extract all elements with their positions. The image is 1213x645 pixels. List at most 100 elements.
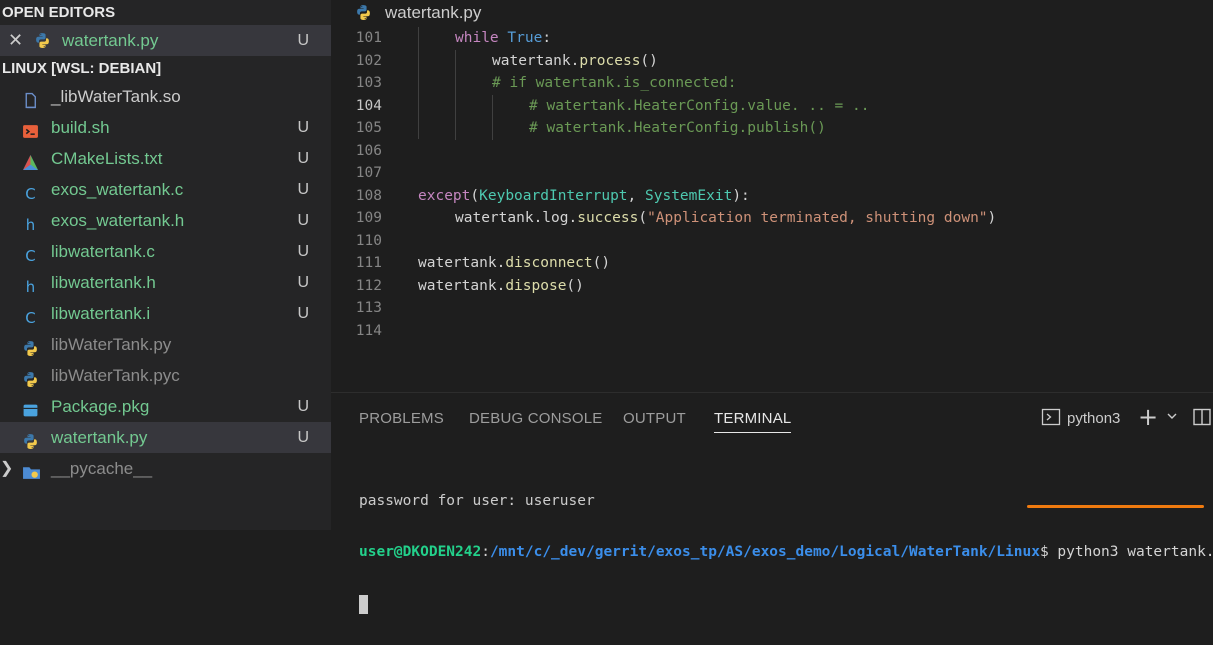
- code-token: SystemExit: [645, 187, 733, 204]
- c-icon: C: [22, 181, 39, 203]
- file-icon: [22, 88, 39, 109]
- line-number: 110: [355, 232, 382, 249]
- tab-debug-console[interactable]: DEBUG CONSOLE: [469, 410, 602, 427]
- file-item[interactable]: CMakeLists.txt U: [0, 143, 331, 174]
- code-line: 103 # if watertank.is_connected:: [331, 72, 1213, 95]
- folder-icon: [22, 460, 40, 479]
- git-status-badge: U: [297, 181, 309, 198]
- chevron-down-icon[interactable]: [1165, 409, 1179, 427]
- code-token: "Application terminated, shutting down": [647, 210, 988, 226]
- package-icon: [22, 398, 39, 417]
- file-item[interactable]: h exos_watertank.h U: [0, 205, 331, 236]
- file-item[interactable]: build.sh U: [0, 112, 331, 143]
- command-highlight-underline: [1027, 505, 1204, 508]
- code-token: ):: [732, 187, 750, 204]
- terminal-command: python3 watertank.py: [1057, 544, 1213, 560]
- code-token: # watertank.HeaterConfig.publish(): [529, 120, 826, 136]
- line-number: 113: [355, 300, 382, 316]
- file-name: exos_watertank.h: [51, 211, 185, 230]
- code-text: watertank.dispose(): [418, 275, 584, 298]
- file-name: libWaterTank.py: [51, 335, 172, 354]
- file-item[interactable]: Package.pkg U: [0, 391, 331, 422]
- code-token: watertank.: [418, 277, 506, 294]
- file-name: libwatertank.i: [51, 304, 151, 323]
- svg-text:C: C: [25, 185, 35, 202]
- file-name: Package.pkg: [51, 397, 150, 416]
- svg-text:C: C: [25, 247, 35, 264]
- open-editor-item[interactable]: ✕ watertank.py U: [0, 25, 331, 56]
- line-number: 114: [355, 322, 382, 339]
- file-item[interactable]: libWaterTank.py: [0, 329, 331, 360]
- code-token: dispose: [505, 277, 567, 294]
- file-name: libWaterTank.pyc: [51, 366, 180, 385]
- file-item[interactable]: Clibwatertank.c U: [0, 236, 331, 267]
- open-editor-name: watertank.py: [62, 31, 159, 50]
- line-number: 109: [355, 210, 382, 226]
- terminal-output[interactable]: password for user: useruser user@DKODEN2…: [359, 460, 1213, 645]
- file-item[interactable]: Cexos_watertank.c U: [0, 174, 331, 205]
- code-line: 108 except(KeyboardInterrupt, SystemExit)…: [331, 185, 1213, 208]
- code-token: # if watertank.is_connected:: [492, 75, 737, 91]
- tab-output[interactable]: OUTPUT: [623, 410, 686, 427]
- prompt-dollar: $: [1039, 544, 1049, 560]
- line-number: 101: [355, 30, 382, 46]
- code-token: (): [566, 277, 584, 294]
- git-status-badge: U: [297, 150, 309, 167]
- file-item[interactable]: libWaterTank.pyc: [0, 360, 331, 391]
- file-item[interactable]: h libwatertank.h U: [0, 267, 331, 298]
- terminal-cursor-line: [359, 594, 1213, 614]
- tab-watertank-py[interactable]: watertank.py: [331, 0, 481, 25]
- svg-text:h: h: [26, 278, 35, 295]
- code-token: process: [579, 52, 641, 69]
- c-icon: C: [22, 243, 39, 265]
- line-number: 103: [355, 75, 382, 91]
- git-status-badge: U: [297, 119, 309, 136]
- code-token: watertank.log.: [455, 210, 578, 226]
- line-number: 112: [355, 277, 382, 294]
- python-icon: [357, 5, 370, 20]
- line-number: 104: [355, 97, 382, 114]
- split-terminal-icon[interactable]: [1193, 408, 1211, 430]
- code-text: # if watertank.is_connected:: [492, 72, 736, 95]
- tab-terminal[interactable]: TERMINAL: [714, 410, 792, 433]
- terminal-name[interactable]: python3: [1067, 410, 1120, 427]
- line-number: 105: [355, 120, 382, 136]
- code-text: watertank.log.success("Application termi…: [455, 207, 996, 230]
- code-token: watertank.: [492, 52, 580, 69]
- file-name: _libWaterTank.so: [51, 87, 181, 106]
- bottom-panel: PROBLEMS DEBUG CONSOLE OUTPUT TERMINAL p…: [331, 392, 1213, 614]
- file-name: CMakeLists.txt: [51, 149, 163, 168]
- code-line: 114: [331, 320, 1213, 343]
- chevron-right-icon[interactable]: ❯: [0, 453, 13, 484]
- python-icon: [36, 33, 49, 48]
- python-icon: [22, 429, 39, 449]
- line-number: 106: [355, 142, 382, 159]
- line-number: 108: [355, 187, 382, 204]
- file-item[interactable]: Clibwatertank.i U: [0, 298, 331, 329]
- terminal-cursor: [359, 595, 368, 614]
- add-terminal-button[interactable]: +: [1138, 403, 1158, 431]
- file-item[interactable]: watertank.py U: [0, 422, 331, 453]
- code-text: while True:: [455, 27, 551, 50]
- git-status-badge: U: [297, 32, 309, 49]
- terminal-line: password for user: useruser: [359, 493, 595, 509]
- open-editors-header[interactable]: OPEN EDITORS: [0, 0, 331, 25]
- prompt-path: /mnt/c/_dev/gerrit/exos_tp/AS/exos_demo/…: [489, 544, 1040, 560]
- workspace-header[interactable]: LINUX [WSL: DEBIAN]: [0, 56, 331, 81]
- code-line: 109 watertank.log.success("Application te…: [331, 207, 1213, 230]
- tab-problems[interactable]: PROBLEMS: [359, 410, 444, 427]
- code-editor[interactable]: 101 while True: 102 watertank.process() 103 #…: [331, 27, 1213, 342]
- file-item[interactable]: _libWaterTank.so: [0, 81, 331, 112]
- close-icon[interactable]: ✕: [8, 25, 23, 56]
- code-token: ,: [627, 187, 645, 204]
- prompt-separator: :: [481, 544, 490, 560]
- code-line: 107: [331, 162, 1213, 185]
- cmake-icon: [22, 150, 39, 170]
- code-token: success: [577, 210, 639, 226]
- folder-item[interactable]: ❯ __pycache__: [0, 453, 331, 484]
- code-line: 105 # watertank.HeaterConfig.publish(): [331, 117, 1213, 140]
- code-line: 113: [331, 297, 1213, 320]
- code-token: KeyboardInterrupt: [479, 187, 628, 204]
- code-line: 104 # watertank.HeaterConfig.value. .. = …: [331, 95, 1213, 118]
- code-line: 101 while True:: [331, 27, 1213, 50]
